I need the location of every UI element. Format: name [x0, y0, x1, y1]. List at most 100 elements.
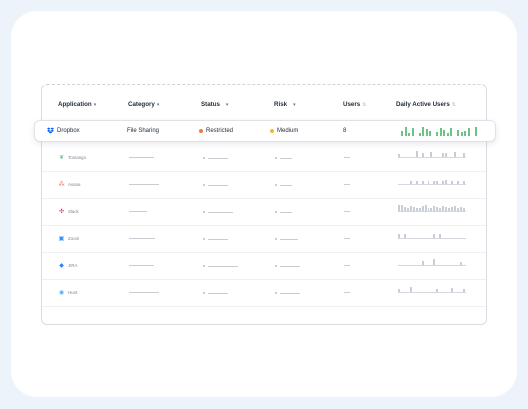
placeholder-dot — [203, 265, 205, 267]
sparkline-bar — [433, 181, 436, 184]
placeholder-line — [129, 157, 154, 158]
sparkline-bar — [421, 152, 424, 157]
column-header-status-label: Status — [201, 101, 220, 108]
sparkline-bar — [442, 181, 445, 184]
placeholder-line — [344, 157, 350, 158]
risk-placeholder — [275, 292, 300, 294]
sparkline-bar — [464, 131, 466, 136]
asana-icon: ⁂ — [58, 182, 65, 188]
sparkline-bar — [439, 233, 442, 238]
sparkline-bar — [451, 287, 454, 292]
sparkline-bar — [415, 207, 418, 211]
hunt-icon: ◉ — [58, 290, 65, 296]
sparkline-bar — [409, 287, 412, 292]
sparkline-bar — [445, 179, 448, 184]
sparkline-bar — [421, 181, 424, 184]
category-placeholder — [129, 238, 155, 239]
users-placeholder — [344, 265, 350, 266]
risk-placeholder — [275, 265, 300, 267]
status-placeholder — [203, 211, 233, 213]
sparkline-bar — [460, 261, 462, 265]
column-header-users-label: Users — [343, 101, 361, 108]
daily-active-users-sparkline — [398, 177, 466, 185]
sparkline-bar — [454, 152, 457, 157]
placeholder-line — [344, 238, 350, 239]
app-name: JIRA — [68, 263, 78, 268]
sparkline-bar — [427, 180, 430, 184]
sparkline-bar — [460, 131, 463, 136]
placeholder-dot — [275, 211, 277, 213]
sparkline-bar — [422, 127, 424, 136]
app-cell: ⁂ Asana — [58, 181, 81, 188]
sparkline-bar — [398, 288, 400, 292]
daily-active-users-sparkline — [398, 150, 466, 158]
placeholder-line — [208, 157, 228, 159]
sparkline-bar — [415, 151, 418, 157]
risk-placeholder — [275, 184, 292, 186]
status-placeholder — [203, 157, 228, 159]
sparkline-bar — [462, 152, 465, 157]
sparkline-bar — [404, 126, 407, 136]
placeholder-line — [129, 238, 155, 239]
app-name: Asana — [68, 182, 81, 187]
sparkline-bar — [451, 181, 454, 184]
sparkline-bar — [457, 130, 459, 136]
table-row[interactable]: ▣ Zoom — [42, 226, 486, 253]
zoom-icon: ▣ — [58, 236, 65, 242]
column-header-risk[interactable]: Risk ▾ — [274, 101, 296, 108]
table-row[interactable]: ⁂ Asana — [42, 172, 486, 199]
table-row-dropbox[interactable]: Dropbox File Sharing Restricted Medium 8 — [34, 120, 496, 142]
sparkline-bar — [398, 204, 400, 211]
users-count: 8 — [343, 128, 347, 134]
status-badge: Restricted — [199, 128, 233, 134]
status-placeholder — [203, 238, 228, 240]
status-placeholder — [203, 184, 228, 186]
placeholder-line — [208, 292, 228, 294]
applications-table: Application ▾ Category ▾ Status ▾ Risk ▾… — [34, 84, 496, 325]
column-header-status[interactable]: Status ▾ — [201, 101, 228, 108]
app-cell: Dropbox — [47, 127, 80, 134]
users-placeholder — [344, 238, 350, 239]
risk-placeholder — [275, 157, 292, 159]
placeholder-line — [280, 157, 292, 159]
placeholder-dot — [275, 238, 277, 240]
app-name: Tomango — [68, 155, 87, 160]
status-placeholder — [203, 292, 228, 294]
sparkline-bar — [433, 258, 436, 265]
table-row[interactable]: ◉ Hunt — [42, 280, 486, 307]
column-header-application[interactable]: Application ▾ — [58, 101, 96, 108]
sparkline-bar — [421, 260, 424, 265]
category-placeholder — [129, 157, 154, 158]
daily-active-users-sparkline — [398, 258, 466, 266]
app-name: Dropbox — [57, 127, 80, 134]
tomango-icon: ❦ — [58, 155, 65, 161]
daily-active-users-sparkline — [401, 126, 477, 136]
table-row[interactable]: ❦ Tomango — [42, 145, 486, 172]
table-row[interactable]: ✣ Slack — [42, 199, 486, 226]
category-placeholder — [129, 265, 154, 266]
placeholder-line — [129, 211, 147, 212]
sparkline-bar — [418, 208, 421, 211]
sparkline-bar — [457, 207, 460, 211]
sparkline-bar — [436, 181, 439, 184]
sparkline-bar — [409, 181, 412, 184]
sparkline-bar — [418, 132, 421, 136]
column-header-users[interactable]: Users ⇅ — [343, 101, 366, 108]
sparkline-bar — [433, 206, 436, 211]
table-row[interactable]: ◆ JIRA — [42, 253, 486, 280]
placeholder-line — [280, 211, 292, 213]
column-header-daily-active-users[interactable]: Daily Active Users ⇅ — [396, 101, 456, 108]
jira-icon: ◆ — [59, 263, 64, 269]
placeholder-line — [344, 265, 350, 266]
placeholder-dot — [203, 238, 205, 240]
app-cell: ✣ Slack — [58, 208, 79, 215]
placeholder-dot — [203, 211, 205, 213]
placeholder-line — [208, 238, 228, 240]
users-placeholder — [344, 157, 350, 158]
status-label: Restricted — [206, 128, 234, 134]
column-header-category[interactable]: Category ▾ — [128, 101, 159, 108]
placeholder-line — [129, 265, 154, 266]
placeholder-dot — [203, 157, 205, 159]
sparkline-bar — [462, 180, 465, 184]
users-placeholder — [344, 292, 350, 293]
